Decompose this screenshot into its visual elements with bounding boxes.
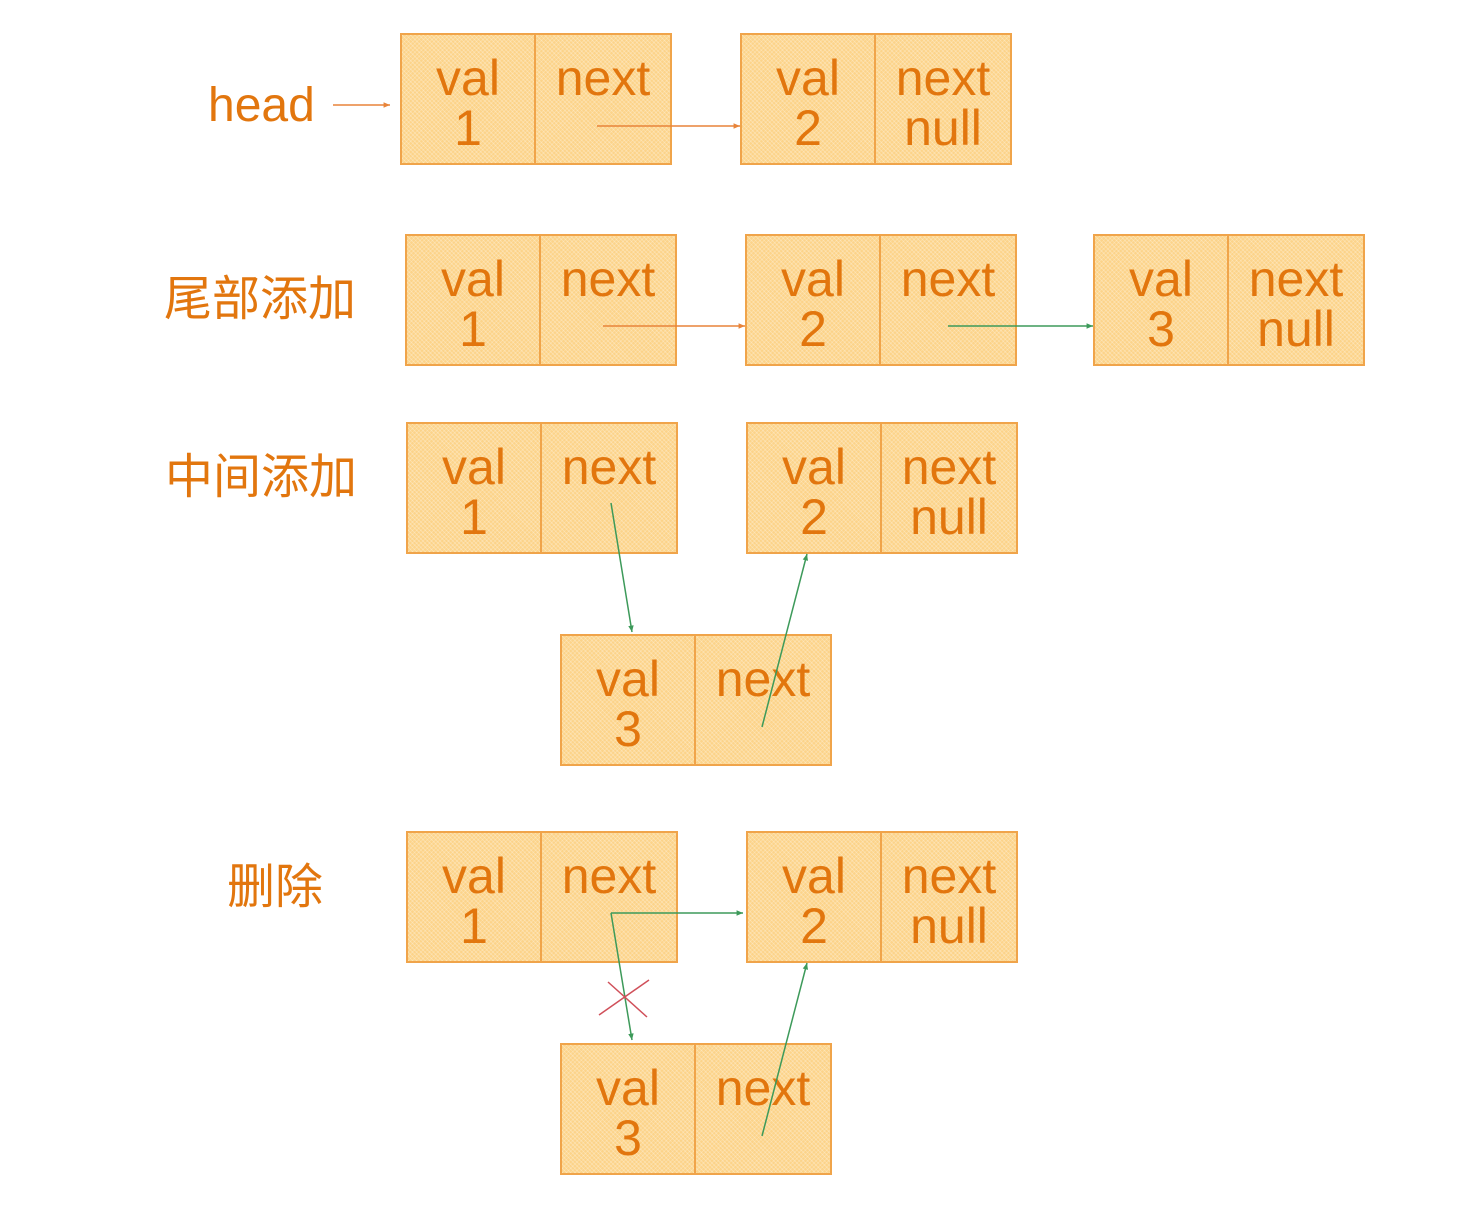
arrowhead <box>736 910 743 916</box>
arrowhead <box>1086 323 1093 329</box>
arrowhead <box>733 123 740 129</box>
arrowhead <box>628 1033 634 1040</box>
arrowhead <box>628 625 634 632</box>
linked-list-diagram: head 尾部添加 中间添加 删除 val 1 next val 2 next null va… <box>0 0 1472 1206</box>
arrowhead <box>738 323 745 329</box>
pointer-arrow <box>761 962 808 1137</box>
pointer-arrow <box>761 553 808 728</box>
arrowhead <box>383 102 390 108</box>
cross-mark <box>598 979 650 1016</box>
pointer-arrow <box>610 912 633 1041</box>
arrows-layer <box>333 102 1093 1137</box>
pointer-arrow <box>610 502 633 633</box>
